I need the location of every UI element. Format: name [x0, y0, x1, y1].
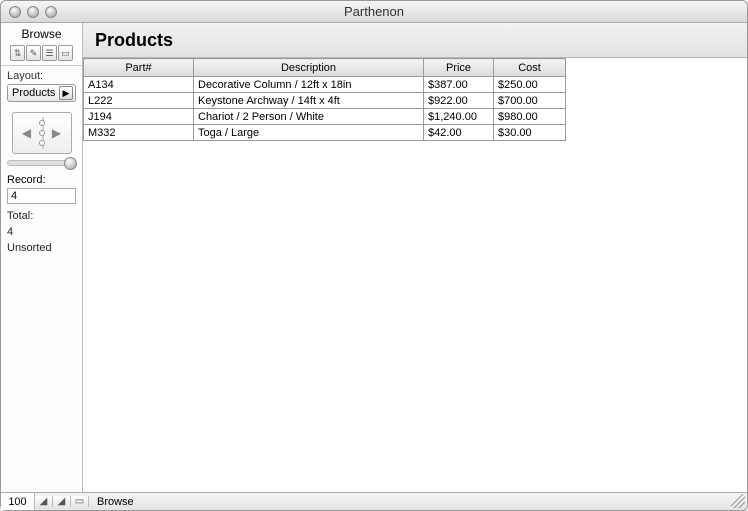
tool-button-1[interactable]: ⇅: [10, 45, 25, 61]
table-row[interactable]: L222Keystone Archway / 14ft x 4ft$922.00…: [84, 93, 566, 109]
cell-price[interactable]: $42.00: [424, 125, 494, 141]
cell-part[interactable]: A134: [84, 77, 194, 93]
status-icon-2[interactable]: ◢: [53, 496, 71, 507]
table-scroll-area[interactable]: Part# Description Price Cost A134Decorat…: [83, 58, 747, 492]
table-row[interactable]: M332Toga / Large$42.00$30.00: [84, 125, 566, 141]
status-icon-3[interactable]: ▭: [71, 496, 89, 507]
record-number-field[interactable]: 4: [7, 188, 76, 204]
status-sidebar: Browse ⇅ ✎ ☰ ▭ Layout: Products ▶ ◀ ▶: [1, 23, 83, 492]
next-record-button[interactable]: ▶: [49, 125, 65, 141]
prev-record-button[interactable]: ◀: [19, 125, 35, 141]
cell-cost[interactable]: $30.00: [494, 125, 566, 141]
col-header-desc[interactable]: Description: [194, 59, 424, 77]
mode-label: Browse: [1, 23, 82, 43]
status-mode: Browse: [89, 496, 134, 508]
record-book-nav: ◀ ▶: [12, 112, 72, 154]
minimize-window-button[interactable]: [27, 6, 39, 18]
tool-button-4[interactable]: ▭: [58, 45, 73, 61]
cell-part[interactable]: L222: [84, 93, 194, 109]
zoom-level[interactable]: 100: [1, 493, 35, 510]
cell-desc[interactable]: Decorative Column / 12ft x 18in: [194, 77, 424, 93]
cell-cost[interactable]: $250.00: [494, 77, 566, 93]
table-row[interactable]: J194Chariot / 2 Person / White$1,240.00$…: [84, 109, 566, 125]
total-value: 4: [1, 224, 82, 240]
window-title: Parthenon: [1, 4, 747, 19]
total-label: Total:: [1, 208, 82, 224]
cell-cost[interactable]: $700.00: [494, 93, 566, 109]
table-row[interactable]: A134Decorative Column / 12ft x 18in$387.…: [84, 77, 566, 93]
record-slider[interactable]: [7, 160, 76, 166]
cell-price[interactable]: $922.00: [424, 93, 494, 109]
record-slider-knob[interactable]: [64, 157, 77, 170]
toolstrip: ⇅ ✎ ☰ ▭: [1, 43, 82, 66]
cell-desc[interactable]: Chariot / 2 Person / White: [194, 109, 424, 125]
table-header-row: Part# Description Price Cost: [84, 59, 566, 77]
sort-state: Unsorted: [1, 240, 82, 256]
layout-dropdown-icon: ▶: [59, 86, 73, 100]
resize-grip[interactable]: [731, 494, 745, 508]
layout-label: Layout:: [7, 70, 76, 82]
cell-part[interactable]: M332: [84, 125, 194, 141]
titlebar: Parthenon: [1, 1, 747, 23]
layout-selector[interactable]: Products ▶: [7, 84, 76, 102]
zoom-window-button[interactable]: [45, 6, 57, 18]
cell-cost[interactable]: $980.00: [494, 109, 566, 125]
page-title: Products: [95, 30, 735, 51]
products-table: Part# Description Price Cost A134Decorat…: [83, 58, 566, 141]
status-bar: 100 ◢ ◢ ▭ Browse: [1, 492, 747, 510]
window-controls: [1, 6, 57, 18]
layout-value: Products: [12, 87, 55, 99]
status-icon-1[interactable]: ◢: [35, 496, 53, 507]
layout-header: Products: [83, 23, 747, 58]
col-header-price[interactable]: Price: [424, 59, 494, 77]
cell-part[interactable]: J194: [84, 109, 194, 125]
cell-desc[interactable]: Toga / Large: [194, 125, 424, 141]
close-window-button[interactable]: [9, 6, 21, 18]
cell-price[interactable]: $1,240.00: [424, 109, 494, 125]
record-label: Record:: [1, 172, 82, 186]
tool-button-3[interactable]: ☰: [42, 45, 57, 61]
cell-desc[interactable]: Keystone Archway / 14ft x 4ft: [194, 93, 424, 109]
main-content: Products Part# Description Price Cost A1…: [83, 23, 747, 492]
tool-button-2[interactable]: ✎: [26, 45, 41, 61]
col-header-cost[interactable]: Cost: [494, 59, 566, 77]
col-header-part[interactable]: Part#: [84, 59, 194, 77]
cell-price[interactable]: $387.00: [424, 77, 494, 93]
